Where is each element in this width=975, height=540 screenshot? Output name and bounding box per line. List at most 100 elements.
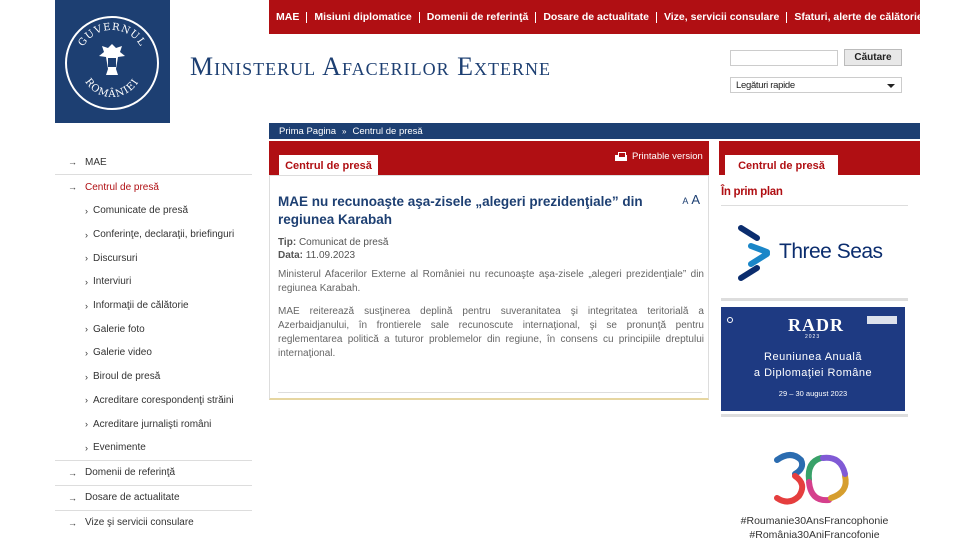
radr-logo-text: RADR — [788, 315, 844, 335]
sidebar: → MAE → Centrul de presă › Comunicate de pr… — [55, 150, 252, 535]
sidebar-subitem-biroul[interactable]: › Biroul de presă — [55, 365, 252, 389]
francophonie-number: 30 — [771, 448, 773, 449]
chevron-right-icon: › — [85, 395, 88, 406]
sidebar-subitem-comunicate[interactable]: › Comunicate de presă — [55, 199, 252, 223]
site-title[interactable]: Ministerul Afacerilor Externe — [190, 52, 551, 82]
right-divider — [721, 414, 908, 417]
francophonie-hashtag-ro: #România30AniFrancofonie — [749, 529, 880, 540]
top-nav-sfaturi[interactable]: Sfaturi, alerte de călătorie — [787, 11, 929, 23]
chevron-right-icon: › — [85, 205, 88, 216]
svg-text:ROMÂNIEI: ROMÂNIEI — [82, 77, 141, 101]
sidebar-item-label: Vize şi servicii consulare — [85, 517, 194, 529]
government-seal-logo[interactable]: GUVERNUL ROMÂNIEI — [55, 0, 170, 123]
sidebar-subitem-label: Galerie video — [93, 347, 152, 359]
sidebar-item-mae[interactable]: → MAE — [55, 150, 252, 174]
arrow-right-icon: → — [68, 157, 77, 167]
sidebar-subitem-discursuri[interactable]: › Discursuri — [55, 246, 252, 270]
francophonie-banner[interactable]: 30 #Roumanie30AnsFrancophonie #România30… — [721, 420, 908, 540]
top-nav-vize[interactable]: Vize, servicii consulare — [657, 11, 788, 23]
francophonie-30-logo: 30 — [771, 448, 849, 505]
chevron-right-icon: › — [85, 276, 88, 287]
three-seas-banner[interactable]: Three Seas — [721, 212, 908, 298]
article-meta: Tip: Comunicat de presă Data: 11.09.2023 — [278, 236, 388, 262]
seal-svg: GUVERNUL ROMÂNIEI — [76, 22, 146, 101]
sidebar-subitem-acreditare-romani[interactable]: › Acreditare jurnalişti români — [55, 412, 252, 436]
sidebar-item-dosare[interactable]: → Dosare de actualitate — [55, 486, 252, 510]
right-tab-centrul-de-presa[interactable]: Centrul de presă — [725, 155, 838, 176]
sidebar-subitem-label: Biroul de presă — [93, 371, 161, 383]
sidebar-subitem-label: Galerie foto — [93, 323, 145, 335]
radr-dates: 29 – 30 august 2023 — [778, 389, 848, 398]
radr-title-line-1: Reuniunea Anuală — [764, 351, 862, 363]
sidebar-subitem-conferinte[interactable]: › Conferinţe, declaraţii, briefinguri — [55, 223, 252, 247]
right-divider — [721, 205, 908, 206]
font-smaller-button[interactable]: A — [682, 196, 688, 206]
top-nav-dosare[interactable]: Dosare de actualitate — [536, 11, 657, 23]
article-panel: MAE nu recunoaşte aşa-zisele „alegeri pr… — [269, 175, 709, 400]
right-divider — [721, 298, 908, 301]
article-paragraph-1: Ministerul Afacerilor Externe al Românie… — [278, 269, 704, 294]
search-input[interactable] — [730, 50, 838, 66]
chevron-right-icon: › — [85, 324, 88, 335]
quick-links-select[interactable]: Legături rapide — [730, 77, 902, 93]
font-larger-button[interactable]: A — [691, 192, 700, 207]
sidebar-item-centrul-de-presa[interactable]: → Centrul de presă — [55, 175, 252, 199]
radr-year: 2023 — [805, 334, 821, 340]
article-paragraph-2: MAE reiterează susţinerea deplină pentru… — [278, 306, 704, 359]
three-seas-text: Three Seas — [779, 240, 883, 263]
sidebar-subitem-label: Interviuri — [93, 276, 132, 288]
tab-centrul-de-presa[interactable]: Centrul de presă — [279, 155, 378, 176]
arrow-right-icon: → — [68, 517, 77, 528]
top-nav-domenii[interactable]: Domenii de referinţă — [420, 11, 537, 23]
sidebar-subitem-label: Conferinţe, declaraţii, briefinguri — [93, 229, 235, 241]
chevron-right-icon: › — [85, 347, 88, 358]
sidebar-subitem-acreditare-straini[interactable]: › Acreditare corespondenţi străini — [55, 389, 252, 413]
quick-links-label: Legături rapide — [736, 79, 795, 91]
mfa-mini-logo — [727, 317, 755, 323]
chevron-right-icon: › — [85, 253, 88, 264]
sidebar-subitem-evenimente[interactable]: › Evenimente — [55, 436, 252, 460]
printable-version-link[interactable]: Printable version — [615, 151, 703, 162]
sidebar-subitem-label: Comunicate de presă — [93, 205, 189, 217]
page: GUVERNUL ROMÂNIEI MAE Misiuni diplomatic… — [55, 0, 923, 540]
sidebar-subitem-interviuri[interactable]: › Interviuri — [55, 270, 252, 294]
article-title: MAE nu recunoaşte aşa-zisele „alegeri pr… — [278, 194, 643, 227]
search-button[interactable]: Căutare — [844, 49, 902, 66]
sidebar-subitem-galerie-foto[interactable]: › Galerie foto — [55, 317, 252, 341]
seal-outer-ring: GUVERNUL ROMÂNIEI — [65, 16, 159, 110]
sidebar-item-label: Dosare de actualitate — [85, 492, 180, 504]
partner-mini-logo — [867, 316, 897, 324]
sidebar-item-domenii[interactable]: → Domenii de referinţă — [55, 461, 252, 485]
sidebar-subitem-label: Acreditare jurnalişti români — [93, 418, 212, 430]
francophonie-hashtag-fr: #Roumanie30AnsFrancophonie — [740, 515, 889, 527]
breadcrumb-home[interactable]: Prima Pagina — [279, 126, 336, 137]
chevron-right-icon: › — [85, 229, 88, 240]
sidebar-item-label: Centrul de presă — [85, 181, 159, 193]
font-size-controls: AA — [682, 192, 700, 207]
printable-version-label: Printable version — [632, 151, 703, 162]
top-nav-mae[interactable]: MAE — [269, 11, 308, 23]
radr-banner[interactable]: RADR 2023 Reuniunea Anuală a Diplomaţiei… — [721, 307, 905, 411]
type-value: Comunicat de presă — [298, 237, 389, 248]
arrow-right-icon: → — [68, 492, 77, 503]
printer-icon — [615, 152, 627, 161]
radr-title-line-2: a Diplomaţiei Române — [753, 367, 873, 379]
arrow-right-icon: → — [68, 182, 77, 192]
top-nav-misiuni[interactable]: Misiuni diplomatice — [307, 11, 420, 23]
section-title-prim-plan: În prim plan — [721, 186, 783, 198]
breadcrumb-separator: » — [342, 126, 347, 136]
type-label: Tip: — [278, 237, 297, 248]
sidebar-subitem-galerie-video[interactable]: › Galerie video — [55, 341, 252, 365]
breadcrumb-current[interactable]: Centrul de presă — [352, 126, 422, 137]
date-value: 11.09.2023 — [305, 250, 356, 261]
three-seas-logo-icon — [738, 225, 770, 281]
chevron-right-icon: › — [85, 300, 88, 311]
sidebar-subitem-label: Evenimente — [93, 442, 146, 454]
sidebar-item-vize[interactable]: → Vize şi servicii consulare — [55, 511, 252, 535]
sidebar-subitem-informatii[interactable]: › Informaţii de călătorie — [55, 294, 252, 318]
article-divider — [278, 392, 702, 393]
chevron-right-icon: › — [85, 419, 88, 430]
sidebar-item-label: Domenii de referinţă — [85, 467, 176, 479]
sidebar-item-label: MAE — [85, 156, 107, 168]
chevron-down-icon — [887, 84, 895, 88]
